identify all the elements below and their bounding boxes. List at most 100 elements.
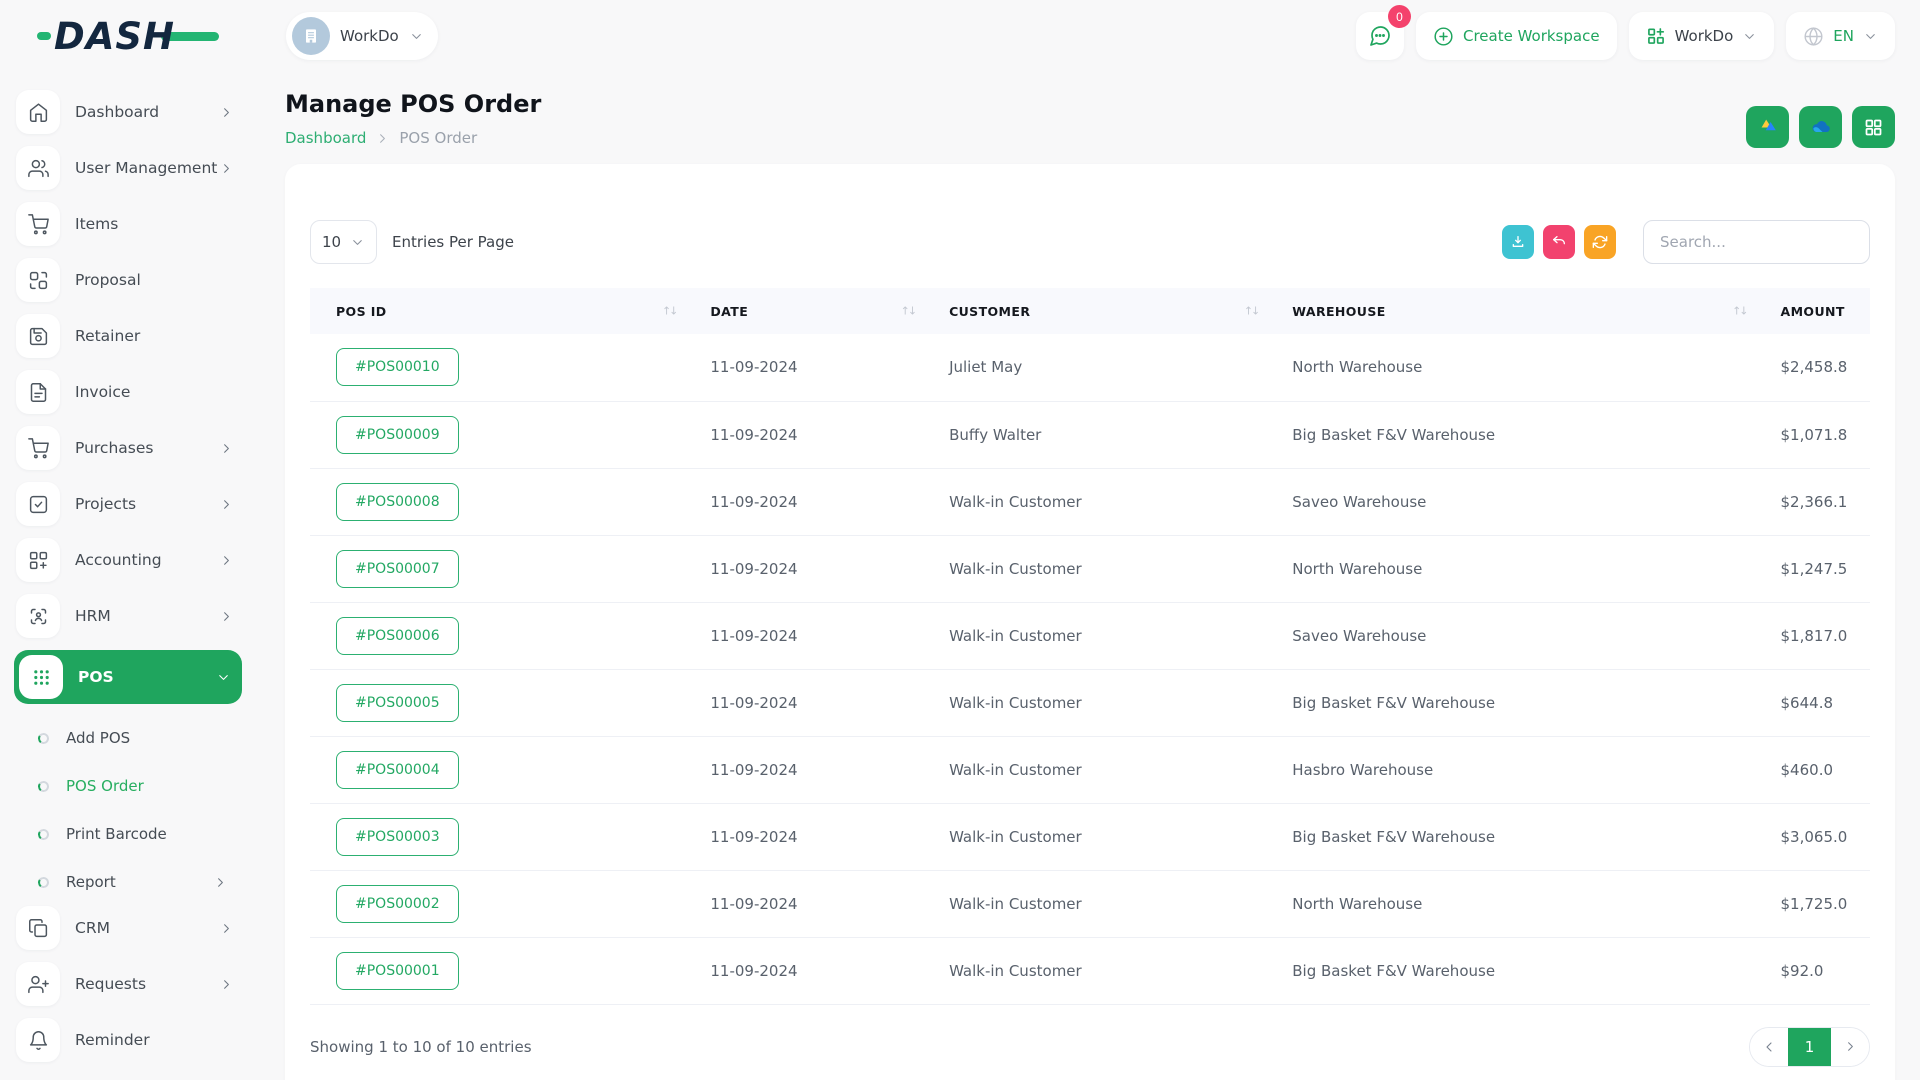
search-input[interactable] <box>1643 220 1870 264</box>
column-header-date[interactable]: DATE↑↓ <box>684 288 923 334</box>
cell-date: 11-09-2024 <box>684 736 923 803</box>
cell-date: 11-09-2024 <box>684 334 923 401</box>
plus-circle-icon <box>1433 26 1454 47</box>
home-icon <box>16 90 60 134</box>
cell-date: 11-09-2024 <box>684 803 923 870</box>
reset-button[interactable] <box>1543 225 1575 259</box>
breadcrumb-dashboard-link[interactable]: Dashboard <box>285 129 366 147</box>
chevron-right-icon <box>219 977 234 992</box>
previous-page-button[interactable] <box>1750 1028 1788 1066</box>
sidebar-subitem-label: Print Barcode <box>66 825 167 843</box>
page-number-button[interactable]: 1 <box>1788 1028 1831 1066</box>
pos-id-badge[interactable]: #POS00008 <box>336 483 459 521</box>
pos-id-badge[interactable]: #POS00006 <box>336 617 459 655</box>
breadcrumb-current: POS Order <box>399 129 477 147</box>
sidebar-bottom-items: CRM Requests Reminder <box>16 906 240 1062</box>
sort-icon: ↑↓ <box>901 305 915 318</box>
sidebar-item-items[interactable]: Items <box>16 202 240 246</box>
retainer-icon <box>16 314 60 358</box>
sidebar-item-retainer[interactable]: Retainer <box>16 314 240 358</box>
refresh-button[interactable] <box>1584 225 1616 259</box>
next-page-button[interactable] <box>1831 1028 1869 1066</box>
pagination: 1 <box>1749 1027 1870 1067</box>
cell-customer: Walk-in Customer <box>923 602 1266 669</box>
cell-customer: Walk-in Customer <box>923 669 1266 736</box>
sidebar-item-pos[interactable]: POS <box>14 650 242 704</box>
sidebar-item-dashboard[interactable]: Dashboard <box>16 90 240 134</box>
sidebar-item-user-management[interactable]: User Management <box>16 146 240 190</box>
pos-id-badge[interactable]: #POS00009 <box>336 416 459 454</box>
google-drive-icon <box>1757 116 1779 138</box>
sidebar-subitem-label: POS Order <box>66 777 144 795</box>
pos-id-badge[interactable]: #POS00007 <box>336 550 459 588</box>
sidebar-item-label: Accounting <box>75 551 162 569</box>
sidebar: Dashboard User Management Items Proposal Ret… <box>0 72 256 1080</box>
language-selector[interactable]: EN <box>1786 12 1895 60</box>
cell-warehouse: Big Basket F&V Warehouse <box>1266 669 1754 736</box>
sidebar-item-hrm[interactable]: HRM <box>16 594 240 638</box>
messages-button[interactable]: 0 <box>1356 12 1404 60</box>
pos-id-badge[interactable]: #POS00005 <box>336 684 459 722</box>
cell-customer: Buffy Walter <box>923 401 1266 468</box>
sidebar-item-projects[interactable]: Projects <box>16 482 240 526</box>
pos-id-badge[interactable]: #POS00003 <box>336 818 459 856</box>
cell-warehouse: Hasbro Warehouse <box>1266 736 1754 803</box>
sidebar-item-label: CRM <box>75 919 110 937</box>
column-header-pos-id[interactable]: POS ID↑↓ <box>310 288 684 334</box>
sidebar-subitem-report[interactable]: Report <box>16 858 240 906</box>
cell-amount: $2,366.1 <box>1755 468 1870 535</box>
pos-id-badge[interactable]: #POS00002 <box>336 885 459 923</box>
app-logo[interactable]: DASH <box>37 15 219 58</box>
sidebar-subitem-print-barcode[interactable]: Print Barcode <box>16 810 240 858</box>
sidebar-item-label: HRM <box>75 607 111 625</box>
logo-text: DASH <box>54 15 175 58</box>
sidebar-item-requests[interactable]: Requests <box>16 962 240 1006</box>
create-workspace-button[interactable]: Create Workspace <box>1416 12 1617 60</box>
chevron-right-icon <box>219 553 234 568</box>
grid-view-button[interactable] <box>1852 106 1895 148</box>
pos-id-badge[interactable]: #POS00001 <box>336 952 459 990</box>
sidebar-item-crm[interactable]: CRM <box>16 906 240 950</box>
cell-customer: Walk-in Customer <box>923 535 1266 602</box>
chat-icon <box>1368 24 1392 48</box>
sidebar-item-purchases[interactable]: Purchases <box>16 426 240 470</box>
workspace-selector[interactable]: WorkDo <box>286 12 438 60</box>
bell-icon <box>16 1018 60 1062</box>
cell-customer: Walk-in Customer <box>923 803 1266 870</box>
cell-date: 11-09-2024 <box>684 870 923 937</box>
table-row: #POS0000611-09-2024Walk-in CustomerSaveo… <box>310 602 1870 669</box>
table-row: #POS0001011-09-2024Juliet MayNorth Wareh… <box>310 334 1870 401</box>
sidebar-item-label: Proposal <box>75 271 141 289</box>
cell-customer: Walk-in Customer <box>923 937 1266 1004</box>
table-row: #POS0000711-09-2024Walk-in CustomerNorth… <box>310 535 1870 602</box>
chevron-right-icon <box>1843 1039 1858 1054</box>
onedrive-button[interactable] <box>1799 106 1842 148</box>
chevron-right-icon <box>219 441 234 456</box>
sidebar-item-accounting[interactable]: Accounting <box>16 538 240 582</box>
table-row: #POS0000911-09-2024Buffy WalterBig Baske… <box>310 401 1870 468</box>
google-drive-button[interactable] <box>1746 106 1789 148</box>
table-row: #POS0000511-09-2024Walk-in CustomerBig B… <box>310 669 1870 736</box>
entries-per-page-select[interactable]: 10 <box>310 220 377 264</box>
chevron-down-icon <box>1742 29 1757 44</box>
sidebar-item-invoice[interactable]: Invoice <box>16 370 240 414</box>
column-header-warehouse[interactable]: WAREHOUSE↑↓ <box>1266 288 1754 334</box>
cell-date: 11-09-2024 <box>684 535 923 602</box>
sidebar-item-label: Reminder <box>75 1031 150 1049</box>
pos-id-badge[interactable]: #POS00004 <box>336 751 459 789</box>
sidebar-item-reminder[interactable]: Reminder <box>16 1018 240 1062</box>
column-header-customer[interactable]: CUSTOMER↑↓ <box>923 288 1266 334</box>
export-button[interactable] <box>1502 225 1534 259</box>
table-row: #POS0000211-09-2024Walk-in CustomerNorth… <box>310 870 1870 937</box>
table-row: #POS0000411-09-2024Walk-in CustomerHasbr… <box>310 736 1870 803</box>
users-icon <box>16 146 60 190</box>
app-switcher-button[interactable]: WorkDo <box>1629 12 1775 60</box>
sidebar-subitem-pos-order[interactable]: POS Order <box>16 762 240 810</box>
top-header: DASH WorkDo 0 Create Workspace WorkDo EN <box>0 0 1920 72</box>
sidebar-subitem-add-pos[interactable]: Add POS <box>16 714 240 762</box>
pos-id-badge[interactable]: #POS00010 <box>336 348 459 386</box>
column-header-amount[interactable]: AMOUNT <box>1755 288 1870 334</box>
cell-warehouse: Saveo Warehouse <box>1266 602 1754 669</box>
sidebar-subitem-label: Report <box>66 873 116 891</box>
sidebar-item-proposal[interactable]: Proposal <box>16 258 240 302</box>
